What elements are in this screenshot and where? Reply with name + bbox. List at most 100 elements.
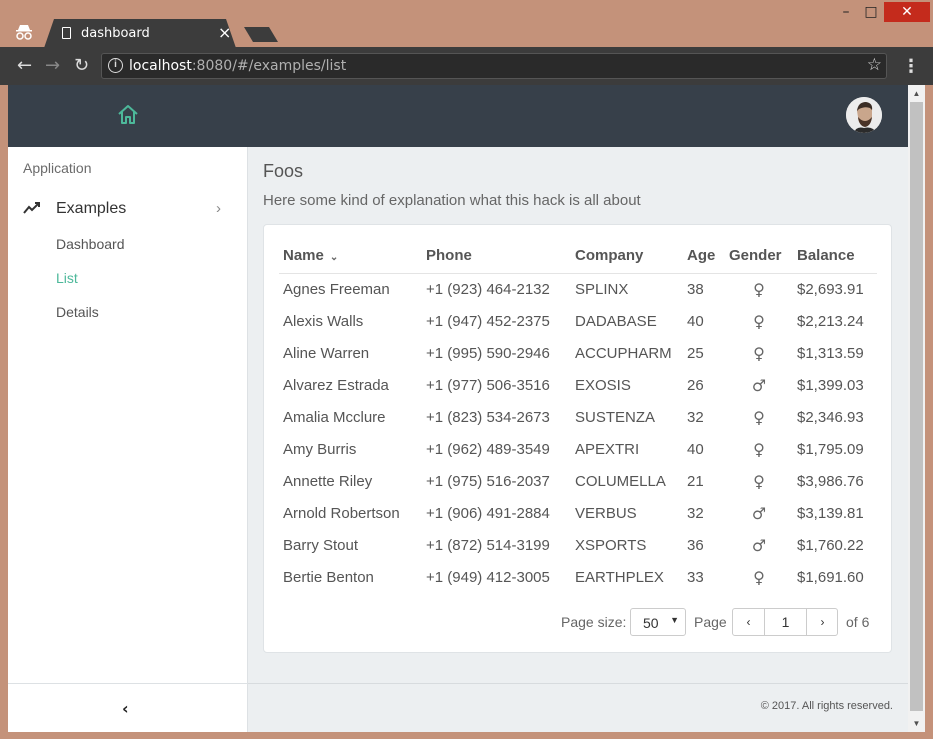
url-host: localhost — [129, 58, 192, 74]
female-icon: ♀ — [753, 343, 765, 363]
male-icon: ♂ — [751, 535, 767, 555]
table-row[interactable]: Annette Riley +1 (975) 516-2037 COLUMELL… — [279, 465, 877, 497]
female-icon: ♀ — [753, 279, 765, 299]
male-icon: ♂ — [751, 503, 767, 523]
table-row[interactable]: Amalia Mcclure +1 (823) 534-2673 SUSTENZ… — [279, 401, 877, 433]
female-icon: ♀ — [753, 471, 765, 491]
sidebar-item-dashboard[interactable]: Dashboard — [56, 236, 125, 252]
column-header-company[interactable]: Company — [571, 238, 683, 274]
sidebar-section-title: Application — [23, 160, 92, 176]
caret-down-icon: ▼ — [670, 615, 679, 625]
copyright-text: © 2017. All rights reserved. — [760, 700, 893, 712]
current-page-input[interactable]: 1 — [764, 609, 807, 635]
table-row[interactable]: Aline Warren +1 (995) 590-2946 ACCUPHARM… — [279, 337, 877, 369]
cell-age: 26 — [687, 376, 704, 394]
table-row[interactable]: Barry Stout +1 (872) 514-3199 XSPORTS 36… — [279, 529, 877, 561]
cell-phone: +1 (923) 464-2132 — [426, 280, 550, 298]
cell-balance: $1,795.09 — [797, 440, 864, 458]
scrollbar-thumb[interactable] — [910, 102, 923, 711]
avatar-image — [846, 97, 882, 133]
back-icon[interactable]: ← — [17, 55, 32, 77]
cell-company: DADABASE — [575, 312, 657, 330]
tab-close-icon[interactable]: × — [218, 23, 231, 42]
cell-company: SUSTENZA — [575, 408, 656, 426]
sidebar-item-details[interactable]: Details — [56, 304, 99, 320]
cell-age: 36 — [687, 536, 704, 554]
table-row[interactable]: Arnold Robertson +1 (906) 491-2884 VERBU… — [279, 497, 877, 529]
column-header-balance[interactable]: Balance — [793, 238, 877, 274]
table-row[interactable]: Amy Burris +1 (962) 489-3549 APEXTRI 40 … — [279, 433, 877, 465]
browser-tab-dashboard[interactable]: dashboard × — [44, 19, 236, 48]
address-bar[interactable]: i localhost:8080/#/examples/list ☆ — [101, 53, 887, 79]
sidebar-footer: ‹ — [8, 683, 248, 732]
cell-phone: +1 (949) 412-3005 — [426, 568, 550, 586]
cell-phone: +1 (975) 516-2037 — [426, 472, 550, 490]
table-row[interactable]: Agnes Freeman +1 (923) 464-2132 SPLINX 3… — [279, 273, 877, 305]
cell-company: VERBUS — [575, 504, 637, 522]
cell-age: 21 — [687, 472, 704, 490]
table-row[interactable]: Bertie Benton +1 (949) 412-3005 EARTHPLE… — [279, 561, 877, 593]
cell-balance: $1,691.60 — [797, 568, 864, 586]
sort-desc-icon[interactable]: ⌄ — [330, 252, 338, 263]
pagination: Page size: 50 ▼ Page ‹ 1 › of 6 — [561, 607, 869, 637]
cell-age: 40 — [687, 312, 704, 330]
tab-title: dashboard — [81, 26, 150, 41]
collapse-sidebar-icon[interactable]: ‹ — [122, 699, 129, 718]
cell-balance: $2,346.93 — [797, 408, 864, 426]
cell-balance: $3,986.76 — [797, 472, 864, 490]
close-window-button[interactable]: ✕ — [884, 2, 930, 22]
user-avatar[interactable] — [846, 97, 882, 133]
page-scrollbar[interactable]: ▲ ▼ — [908, 85, 925, 732]
sidebar-group-examples[interactable]: Examples › — [23, 198, 233, 222]
forward-icon[interactable]: → — [45, 55, 60, 77]
male-icon: ♂ — [751, 375, 767, 395]
page-size-select[interactable]: 50 ▼ — [630, 608, 686, 636]
cell-name: Arnold Robertson — [283, 504, 400, 522]
female-icon: ♀ — [753, 567, 765, 587]
cell-age: 25 — [687, 344, 704, 362]
incognito-icon — [16, 25, 32, 40]
next-page-button[interactable]: › — [807, 609, 838, 635]
cell-phone: +1 (906) 491-2884 — [426, 504, 550, 522]
cell-balance: $3,139.81 — [797, 504, 864, 522]
browser-menu-icon[interactable]: ⋮ — [902, 56, 920, 77]
cell-company: XSPORTS — [575, 536, 647, 554]
table-row[interactable]: Alexis Walls +1 (947) 452-2375 DADABASE … — [279, 305, 877, 337]
sidebar-item-list[interactable]: List — [56, 270, 78, 286]
cell-balance: $1,760.22 — [797, 536, 864, 554]
info-icon[interactable]: i — [108, 58, 123, 73]
browser-toolbar: ← → ↻ i localhost:8080/#/examples/list ☆… — [0, 47, 933, 85]
column-header-label: Name — [283, 246, 324, 264]
reload-icon[interactable]: ↻ — [74, 55, 89, 77]
page-subtitle: Here some kind of explanation what this … — [263, 192, 641, 209]
scroll-up-icon[interactable]: ▲ — [908, 85, 925, 102]
cell-age: 32 — [687, 408, 704, 426]
table-row[interactable]: Alvarez Estrada +1 (977) 506-3516 EXOSIS… — [279, 369, 877, 401]
column-header-phone[interactable]: Phone — [422, 238, 571, 274]
page-size-value: 50 — [643, 615, 659, 631]
cell-company: APEXTRI — [575, 440, 640, 458]
female-icon: ♀ — [753, 439, 765, 459]
bookmark-star-icon[interactable]: ☆ — [867, 55, 882, 75]
cell-company: EXOSIS — [575, 376, 631, 394]
maximize-button[interactable]: □ — [856, 2, 886, 22]
scroll-down-icon[interactable]: ▼ — [908, 715, 925, 732]
cell-name: Agnes Freeman — [283, 280, 390, 298]
cell-company: COLUMELLA — [575, 472, 666, 490]
foos-table: Name ⌄ Phone Company Age Gender Balance A… — [279, 238, 877, 593]
app-header — [8, 85, 908, 147]
list-card: Name ⌄ Phone Company Age Gender Balance A… — [263, 224, 892, 653]
new-tab-button[interactable] — [244, 27, 278, 42]
prev-page-button[interactable]: ‹ — [733, 609, 764, 635]
page-viewport: Application Examples › Dashboard List De… — [8, 85, 908, 732]
main-content: Foos Here some kind of explanation what … — [248, 147, 908, 732]
home-icon[interactable] — [116, 103, 140, 127]
url-path: :8080/#/examples/list — [191, 58, 347, 74]
column-header-age[interactable]: Age — [683, 238, 725, 274]
column-header-name[interactable]: Name ⌄ — [279, 238, 422, 274]
window-border — [925, 85, 933, 739]
cell-age: 38 — [687, 280, 704, 298]
cell-phone: +1 (977) 506-3516 — [426, 376, 550, 394]
footer-divider — [248, 683, 908, 684]
column-header-gender[interactable]: Gender — [725, 238, 793, 274]
